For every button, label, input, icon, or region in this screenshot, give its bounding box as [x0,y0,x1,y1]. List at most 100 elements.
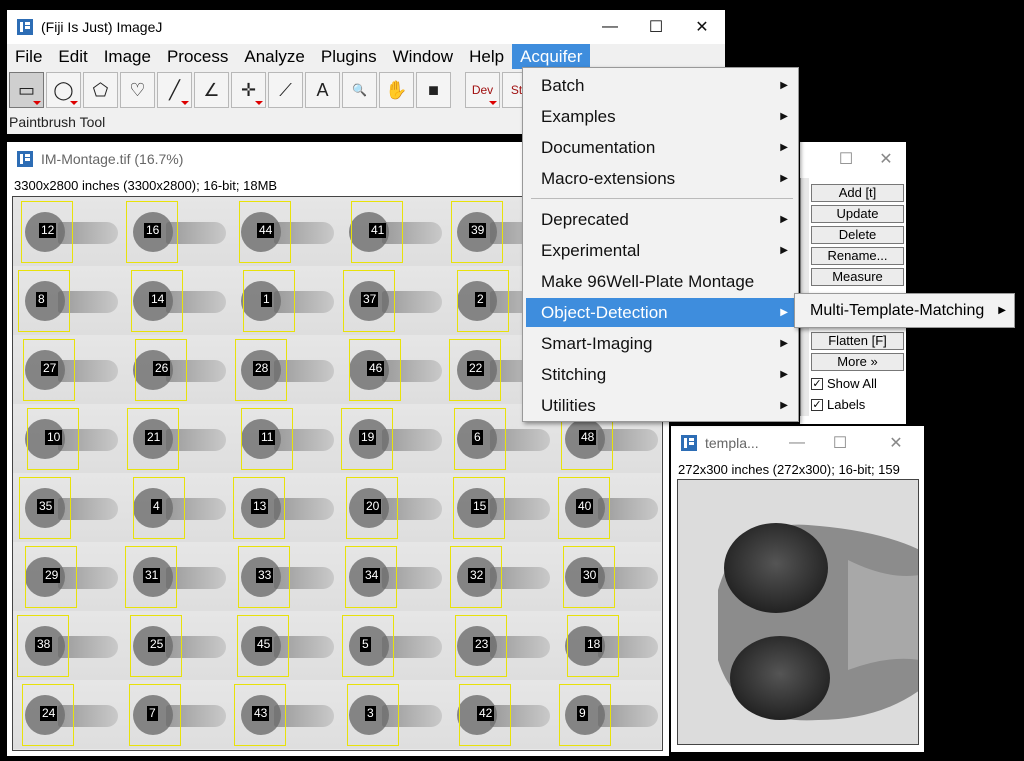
wand-tool[interactable]: ⟋ [268,72,303,108]
freehand-tool[interactable]: ♡ [120,72,155,108]
menu-process[interactable]: Process [159,44,236,69]
roi-button-add-t[interactable]: Add [t] [811,184,904,202]
menu-item-macro-extensions[interactable]: Macro-extensions ▶ [526,164,796,193]
menu-item-batch[interactable]: Batch ▶ [526,71,796,100]
roi-label: 41 [369,223,387,238]
roi-label: 37 [361,292,379,307]
menu-item-utilities[interactable]: Utilities ▶ [526,391,796,420]
menu-edit[interactable]: Edit [50,44,95,69]
menu-item-deprecated[interactable]: Deprecated ▶ [526,205,796,234]
point-icon: ✛ [240,79,257,100]
roi-button-more[interactable]: More » [811,353,904,371]
angle-icon: ∠ [203,79,220,100]
dropdown-indicator-icon [33,101,41,105]
point-tool[interactable]: ✛ [231,72,266,108]
roi-label: 31 [143,568,161,583]
polygon-icon: ⬠ [92,79,109,100]
roi-label: 24 [40,706,58,721]
checkbox-box[interactable]: ✓ [811,377,823,390]
roi-label: 40 [576,499,594,514]
dropdown-indicator-icon [255,101,263,105]
submenu-arrow-icon: ▶ [780,338,788,349]
menu-item-documentation[interactable]: Documentation ▶ [526,133,796,162]
maximize-button[interactable]: ☐ [826,149,866,169]
template-fish-image [678,480,918,744]
roi-label: 29 [43,568,61,583]
roi-label: 7 [147,706,158,721]
close-button[interactable]: ✕ [679,17,725,37]
hand-tool[interactable]: ✋ [379,72,414,108]
polygon-tool[interactable]: ⬠ [83,72,118,108]
roi-label: 45 [255,637,273,652]
roi-label: 3 [365,706,376,721]
menu-item-make-96well-plate-montage[interactable]: Make 96Well-Plate Montage [526,267,796,296]
roi-titlebar[interactable]: ☐ ✕ [800,142,906,176]
menu-item-label: Object-Detection [541,303,668,322]
maximize-button[interactable]: ☐ [812,433,868,453]
roi-label: 1 [261,292,272,307]
text-tool[interactable]: A [305,72,340,108]
roi-button-flatten-f[interactable]: Flatten [F] [811,332,904,350]
submenu-item-multi-template-matching[interactable]: Multi-Template-Matching [810,302,984,319]
dropdown-indicator-icon [70,101,78,105]
submenu-arrow-icon: ▶ [780,307,788,318]
menu-item-label: Utilities [541,396,596,415]
color-picker-tool[interactable]: ■ [416,72,451,108]
menu-plugins[interactable]: Plugins [313,44,385,69]
menu-image[interactable]: Image [96,44,159,69]
template-canvas[interactable] [677,479,919,745]
menu-item-label: Deprecated [541,210,629,229]
roi-label: 9 [577,706,588,721]
checkbox-labels[interactable]: ✓ Labels [811,397,865,412]
roi-button-delete[interactable]: Delete [811,226,904,244]
roi-button-rename[interactable]: Rename... [811,247,904,265]
roi-label: 22 [467,361,485,376]
roi-button-measure[interactable]: Measure [811,268,904,286]
menu-item-experimental[interactable]: Experimental ▶ [526,236,796,265]
dev-tool[interactable]: Dev [465,72,500,108]
roi-label: 19 [359,430,377,445]
menu-item-examples[interactable]: Examples ▶ [526,102,796,131]
menu-item-smart-imaging[interactable]: Smart-Imaging ▶ [526,329,796,358]
menu-item-label: Documentation [541,138,656,157]
menu-help[interactable]: Help [461,44,512,69]
object-detection-submenu: Multi-Template-Matching ▶ [794,293,1015,328]
roi-label: 14 [149,292,167,307]
acquifer-dropdown-menu: Batch ▶ Examples ▶ Documentation ▶ Macro-exten… [522,67,799,422]
angle-tool[interactable]: ∠ [194,72,229,108]
close-button[interactable]: ✕ [866,149,906,169]
menu-file[interactable]: File [7,44,50,69]
menu-acquifer[interactable]: Acquifer [512,44,591,69]
menu-window[interactable]: Window [385,44,461,69]
submenu-arrow-icon: ▶ [780,369,788,380]
menu-item-stitching[interactable]: Stitching ▶ [526,360,796,389]
submenu-arrow-icon: ▶ [780,173,788,184]
submenu-arrow-icon: ▶ [780,214,788,225]
minimize-button[interactable]: — [782,434,812,452]
roi-label: 13 [251,499,269,514]
menu-analyze[interactable]: Analyze [236,44,312,69]
template-titlebar[interactable]: templa... — ☐ ✕ [671,426,924,460]
roi-button-update[interactable]: Update [811,205,904,223]
checkbox-show-all[interactable]: ✓ Show All [811,376,877,391]
submenu-arrow-icon: ▶ [780,245,788,256]
minimize-button[interactable]: — [587,18,633,36]
roi-label: 32 [468,568,486,583]
checkbox-box[interactable]: ✓ [811,398,823,411]
line-tool[interactable]: ╱ [157,72,192,108]
checkbox-label: Show All [827,376,877,391]
roi-label: 28 [253,361,271,376]
main-titlebar[interactable]: (Fiji Is Just) ImageJ — ☐ ✕ [7,10,725,44]
rectangle-tool[interactable]: ▭ [9,72,44,108]
fiji-logo-icon [17,19,33,35]
freehand-icon: ♡ [129,79,146,100]
roi-label: 35 [37,499,55,514]
template-title: templa... [705,435,759,451]
close-button[interactable]: ✕ [868,433,924,453]
menu-item-label: Smart-Imaging [541,334,653,353]
zoom-tool[interactable]: 🔍 [342,72,377,108]
menu-separator [531,198,793,199]
menu-item-object-detection[interactable]: Object-Detection ▶ [526,298,796,327]
oval-tool[interactable]: ◯ [46,72,81,108]
maximize-button[interactable]: ☐ [633,17,679,37]
